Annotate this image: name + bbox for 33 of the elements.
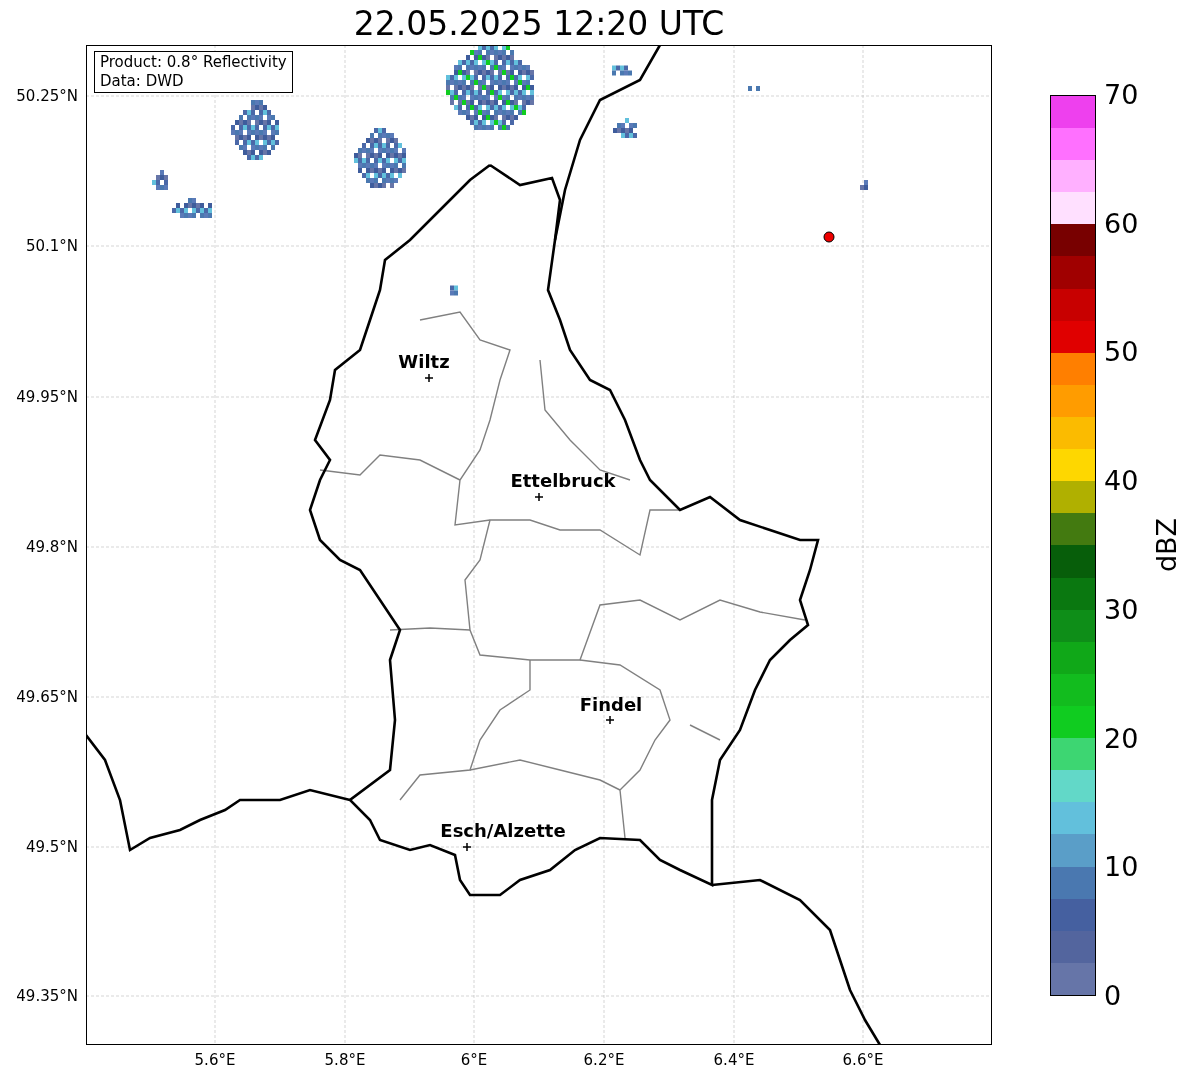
colorbar-tick-label: 40 [1104, 466, 1139, 497]
info-line: Data: DWD [100, 72, 185, 91]
colorbar-tick-label: 20 [1104, 723, 1139, 754]
longitude-label: 6.2°E [583, 1051, 625, 1069]
longitude-label: 5.6°E [194, 1051, 236, 1069]
city-marker-icon [606, 716, 614, 724]
colorbar-tick-label: 10 [1104, 852, 1139, 883]
latitude-label: 50.25°N [16, 87, 78, 105]
colorbar-label: dBZ [1152, 517, 1183, 573]
colorbar-tick-label: 30 [1104, 594, 1139, 625]
colorbar-tick-label: 60 [1104, 208, 1139, 239]
latitude-label: 49.35°N [16, 987, 78, 1005]
latitude-label: 49.8°N [25, 538, 78, 556]
latitude-label: 49.5°N [25, 838, 78, 856]
city-marker-icon [425, 374, 433, 382]
colorbar-tick-label: 70 [1104, 80, 1139, 110]
city-label: Wiltz [398, 352, 450, 372]
info-line: Product: 0.8° Reflectivity [100, 53, 287, 72]
longitude-label: 6.6°E [842, 1051, 884, 1069]
latitude-label: 50.1°N [25, 237, 78, 255]
city-marker-icon [535, 493, 543, 501]
latitude-label: 49.65°N [16, 688, 78, 706]
longitude-label: 6.4°E [713, 1051, 755, 1069]
colorbar-tick-label: 50 [1104, 337, 1139, 368]
chart-title: 22.05.2025 12:20 UTC [352, 4, 726, 44]
longitude-label: 6°E [460, 1051, 488, 1069]
colorbar-tick-label: 0 [1104, 981, 1122, 1011]
longitude-label: 5.8°E [324, 1051, 366, 1069]
city-marker-icon [463, 843, 471, 851]
city-label: Findel [579, 695, 643, 715]
latitude-label: 49.95°N [16, 388, 78, 406]
city-label: Ettelbruck [510, 471, 616, 491]
city-label: Esch/Alzette [440, 821, 566, 841]
